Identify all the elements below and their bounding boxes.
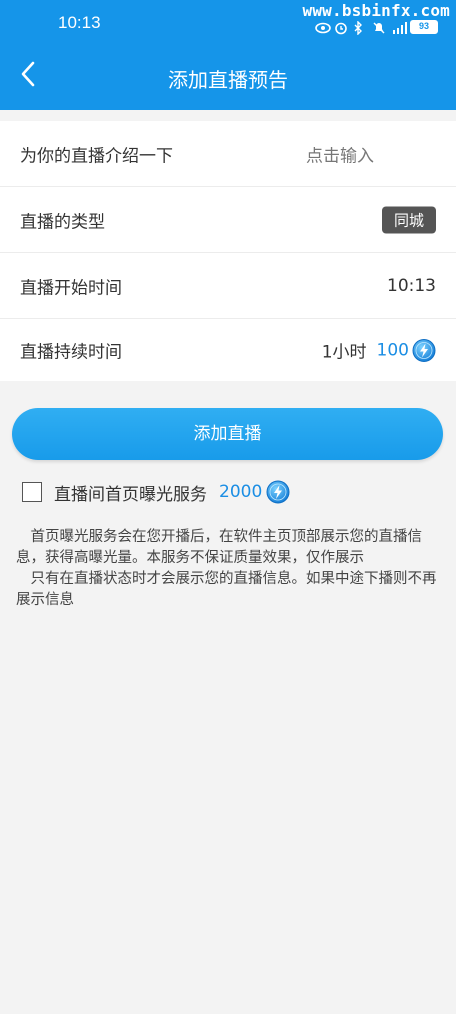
battery-icon: 93 bbox=[410, 20, 438, 34]
start-time-label: 直播开始时间 bbox=[20, 278, 122, 298]
intro-input[interactable]: 点击输入 bbox=[306, 141, 374, 166]
status-bar: 10:13 www.bsbinfx.com 93 bbox=[0, 0, 456, 44]
type-label: 直播的类型 bbox=[20, 212, 105, 232]
intro-placeholder: 点击输入 bbox=[306, 146, 374, 166]
alarm-icon bbox=[334, 20, 348, 35]
type-row[interactable]: 直播的类型 同城 bbox=[0, 187, 456, 253]
start-time-row[interactable]: 直播开始时间 10:13 bbox=[0, 253, 456, 319]
service-description-line2: 只有在直播状态时才会展示您的直播信息。如果中途下播则不再展示信息 bbox=[16, 571, 437, 608]
service-description-line1: 首页曝光服务会在您开播后，在软件主页顶部展示您的直播信息，获得高曝光量。本服务不… bbox=[16, 529, 422, 566]
app-bar: 添加直播预告 bbox=[0, 44, 456, 110]
intro-row[interactable]: 为你的直播介绍一下 点击输入 bbox=[0, 121, 456, 187]
mute-icon bbox=[372, 20, 386, 34]
signal-5g-icon bbox=[391, 20, 407, 34]
duration-value[interactable]: 1小时 bbox=[322, 338, 367, 363]
add-live-button[interactable]: 添加直播 bbox=[12, 408, 443, 460]
service-description: 首页曝光服务会在您开播后，在软件主页顶部展示您的直播信息，获得高曝光量。本服务不… bbox=[16, 527, 444, 611]
coin-icon bbox=[266, 480, 290, 504]
duration-label: 直播持续时间 bbox=[20, 342, 122, 363]
exposure-service-row: 直播间首页曝光服务 2000 bbox=[22, 479, 290, 505]
duration-price-wrap: 100 bbox=[377, 338, 436, 362]
coin-icon bbox=[412, 338, 436, 362]
intro-label: 为你的直播介绍一下 bbox=[20, 146, 173, 166]
start-time-value-wrap: 10:13 bbox=[387, 276, 436, 296]
exposure-service-price: 2000 bbox=[219, 482, 263, 502]
duration-price: 100 bbox=[376, 340, 409, 360]
eye-icon bbox=[315, 20, 331, 34]
form-list: 为你的直播介绍一下 点击输入 直播的类型 同城 直播开始时间 10:13 直播持… bbox=[0, 121, 456, 381]
type-value: 同城 bbox=[381, 206, 436, 233]
start-time-value[interactable]: 10:13 bbox=[387, 276, 436, 296]
type-badge[interactable]: 同城 bbox=[381, 206, 436, 233]
bluetooth-icon bbox=[353, 20, 367, 36]
status-icons: 93 bbox=[315, 18, 438, 36]
exposure-service-checkbox[interactable] bbox=[22, 482, 42, 502]
page-title: 添加直播预告 bbox=[168, 68, 288, 92]
status-time: 10:13 bbox=[58, 13, 101, 32]
duration-value-wrap: 1小时 100 bbox=[322, 338, 436, 363]
duration-row[interactable]: 直播持续时间 1小时 100 bbox=[0, 319, 456, 381]
exposure-service-label[interactable]: 直播间首页曝光服务 bbox=[54, 480, 207, 505]
